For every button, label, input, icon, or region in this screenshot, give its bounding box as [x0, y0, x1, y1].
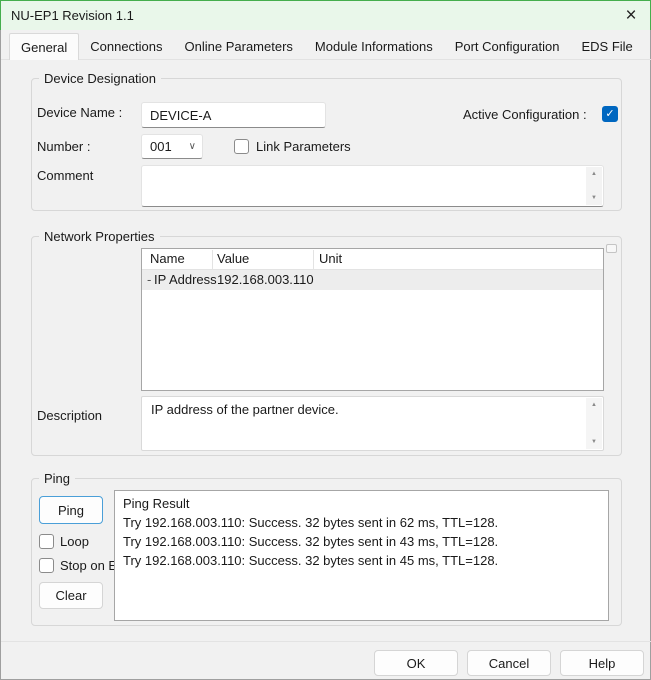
- check-icon: ✓: [605, 109, 614, 120]
- table-header: Name Value Unit: [142, 249, 603, 270]
- ping-group-label: Ping: [39, 470, 75, 487]
- device-name-input[interactable]: [142, 103, 325, 127]
- comment-label: Comment: [37, 168, 93, 183]
- tab-module-informations[interactable]: Module Informations: [304, 34, 444, 60]
- loop-checkbox[interactable]: [39, 534, 54, 549]
- row-name-cell: IP Address: [154, 270, 217, 290]
- cancel-button[interactable]: Cancel: [467, 650, 551, 676]
- comment-scrollbar[interactable]: ▲ ▼: [586, 167, 602, 205]
- active-configuration-checkbox[interactable]: ✓: [602, 106, 618, 122]
- device-name-field: [141, 102, 326, 128]
- column-header-value[interactable]: Value: [217, 249, 249, 269]
- footer-divider: [1, 641, 651, 642]
- stop-on-error-checkbox[interactable]: [39, 558, 54, 573]
- close-button[interactable]: ×: [618, 1, 644, 30]
- scroll-down-icon[interactable]: ▼: [591, 194, 597, 202]
- network-properties-table: Name Value Unit - IP Address 192.168.003…: [141, 248, 604, 391]
- ping-button[interactable]: Ping: [39, 496, 103, 524]
- tab-eds-file[interactable]: EDS File: [570, 34, 643, 60]
- scroll-up-icon[interactable]: ▲: [591, 401, 597, 409]
- tab-connections[interactable]: Connections: [79, 34, 173, 60]
- scroll-up-icon[interactable]: ▲: [591, 170, 597, 178]
- tab-online-parameters[interactable]: Online Parameters: [174, 34, 304, 60]
- titlebar[interactable]: NU-EP1 Revision 1.1 ×: [1, 1, 650, 30]
- close-icon: ×: [625, 5, 636, 27]
- clear-button[interactable]: Clear: [39, 582, 103, 609]
- ok-button[interactable]: OK: [374, 650, 458, 676]
- description-box: IP address of the partner device. ▲ ▼: [141, 396, 604, 451]
- device-name-label: Device Name :: [37, 105, 122, 120]
- number-select[interactable]: 001 ∨: [141, 134, 203, 159]
- chevron-down-icon: ∨: [189, 142, 196, 152]
- loop-label[interactable]: Loop: [60, 534, 89, 549]
- ping-result-line: Try 192.168.003.110: Success. 32 bytes s…: [123, 513, 600, 532]
- ping-result-line: Try 192.168.003.110: Success. 32 bytes s…: [123, 551, 600, 570]
- number-value: 001: [150, 139, 172, 154]
- description-label: Description: [37, 408, 102, 423]
- network-properties-group-label: Network Properties: [39, 228, 160, 245]
- ping-result-box: Ping Result Try 192.168.003.110: Success…: [114, 490, 609, 621]
- ping-result-line: Try 192.168.003.110: Success. 32 bytes s…: [123, 532, 600, 551]
- ping-result-line: Ping Result: [123, 494, 600, 513]
- table-corner-box: [606, 244, 617, 253]
- tab-port-configuration[interactable]: Port Configuration: [444, 34, 571, 60]
- column-header-unit[interactable]: Unit: [319, 249, 342, 269]
- column-header-name[interactable]: Name: [150, 249, 185, 269]
- active-configuration-label: Active Configuration :: [463, 107, 587, 122]
- dialog-window: NU-EP1 Revision 1.1 × General Connection…: [0, 0, 651, 680]
- device-designation-group-label: Device Designation: [39, 70, 161, 87]
- description-scrollbar[interactable]: ▲ ▼: [586, 398, 602, 449]
- scroll-down-icon[interactable]: ▼: [591, 438, 597, 446]
- window-title: NU-EP1 Revision 1.1: [11, 1, 134, 30]
- link-parameters-checkbox[interactable]: [234, 139, 249, 154]
- row-value-cell: 192.168.003.110: [217, 270, 314, 290]
- description-text: IP address of the partner device.: [151, 402, 339, 417]
- tabstrip: General Connections Online Parameters Mo…: [9, 33, 650, 60]
- comment-textarea[interactable]: ▲ ▼: [141, 165, 604, 207]
- column-separator: [313, 250, 314, 269]
- tab-general[interactable]: General: [9, 33, 79, 60]
- table-row-ip-address[interactable]: - IP Address 192.168.003.110: [142, 270, 603, 290]
- help-button[interactable]: Help: [560, 650, 644, 676]
- column-separator: [212, 250, 213, 269]
- row-expand-mark[interactable]: -: [147, 270, 151, 290]
- link-parameters-label[interactable]: Link Parameters: [256, 139, 351, 154]
- number-label: Number :: [37, 139, 90, 154]
